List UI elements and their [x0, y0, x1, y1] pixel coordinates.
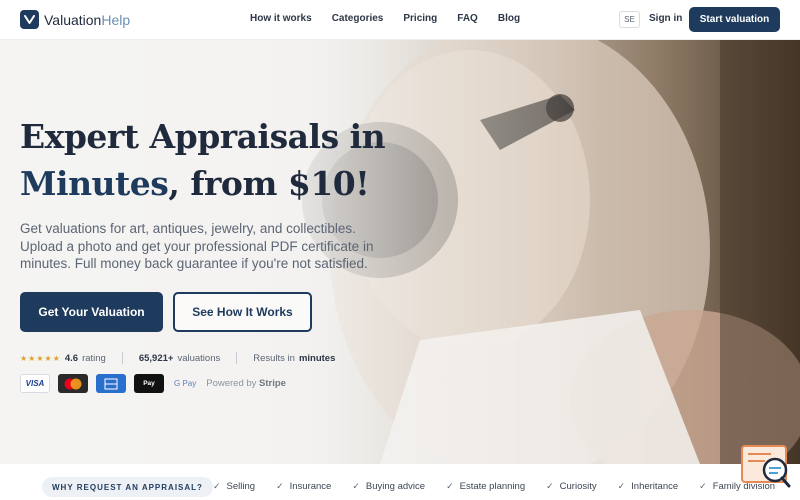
nav-faq[interactable]: FAQ	[457, 13, 478, 24]
stats-divider	[121, 352, 123, 364]
results-prefix: Results in	[253, 352, 295, 364]
hero-headline: Expert Appraisals in Minutes, from $10!	[20, 117, 386, 203]
reason-item: ✓ Insurance	[276, 481, 332, 492]
valuations-label: valuations	[177, 352, 221, 364]
stats-divider	[236, 352, 238, 364]
appraisal-reasons-bar: WHY REQUEST AN APPRAISAL? ✓ Selling ✓ Insu…	[0, 464, 800, 500]
hero-description: Get valuations for art, antiques, jewelr…	[20, 221, 374, 271]
nav-categories[interactable]: Categories	[332, 13, 384, 24]
valuations-count: 65,921+	[138, 352, 174, 364]
amex-icon	[96, 374, 126, 393]
get-your-valuation-button[interactable]: Get Your Valuation	[20, 292, 163, 332]
reason-item: ✓ Estate planning	[446, 481, 526, 492]
site-header: ValuationHelp How it works Categories Pr…	[0, 0, 800, 40]
reason-item: ✓ Buying advice	[352, 481, 426, 492]
reason-item: ✓ Selling	[213, 481, 256, 492]
start-valuation-button[interactable]: Start valuation	[689, 7, 780, 32]
check-icon: ✓	[617, 481, 626, 491]
language-switcher[interactable]: SE	[619, 11, 640, 28]
rating-value: 4.6	[64, 352, 79, 364]
reason-item: ✓ Curiosity	[546, 481, 597, 492]
logo[interactable]: ValuationHelp	[20, 10, 130, 29]
why-appraisal-badge: WHY REQUEST AN APPRAISAL?	[42, 477, 213, 497]
mastercard-icon	[58, 374, 88, 393]
logo-check-icon	[20, 10, 39, 29]
main-nav: How it works Categories Pricing FAQ Blog	[250, 13, 520, 24]
visa-icon: VISA	[20, 374, 50, 393]
check-icon: ✓	[352, 481, 360, 491]
check-icon: ✓	[546, 481, 554, 491]
see-how-it-works-button[interactable]: See How It Works	[173, 292, 312, 332]
sign-in-link[interactable]: Sign in	[649, 13, 682, 24]
nav-how-it-works[interactable]: How it works	[250, 13, 312, 24]
check-icon: ✓	[276, 481, 284, 491]
apple-pay-icon: Pay	[134, 374, 164, 393]
google-pay-icon: G Pay	[174, 379, 197, 388]
nav-blog[interactable]: Blog	[498, 13, 520, 24]
nav-pricing[interactable]: Pricing	[403, 13, 437, 24]
check-icon: ✓	[213, 481, 221, 491]
hero-section: Expert Appraisals in Minutes, from $10! …	[0, 40, 800, 464]
chat-support-icon[interactable]	[741, 444, 791, 490]
payment-methods: VISA Pay G Pay Powered by Stripe	[20, 374, 286, 393]
logo-text: ValuationHelp	[44, 11, 131, 28]
powered-by-stripe: Powered by Stripe	[206, 378, 286, 389]
star-rating-icon: ★★★★★	[20, 353, 61, 363]
trust-stats: ★★★★★ 4.6 rating 65,921+ valuations Resu…	[20, 352, 335, 364]
reason-list: ✓ Selling ✓ Insurance ✓ Buying advice ✓ Esta…	[213, 481, 775, 492]
check-icon: ✓	[699, 481, 707, 491]
rating-label: rating	[82, 352, 106, 364]
check-icon: ✓	[446, 481, 454, 491]
headline-highlight: Minutes	[20, 164, 169, 203]
results-value: minutes	[298, 352, 336, 364]
reason-item: ✓ Inheritance	[617, 481, 679, 492]
